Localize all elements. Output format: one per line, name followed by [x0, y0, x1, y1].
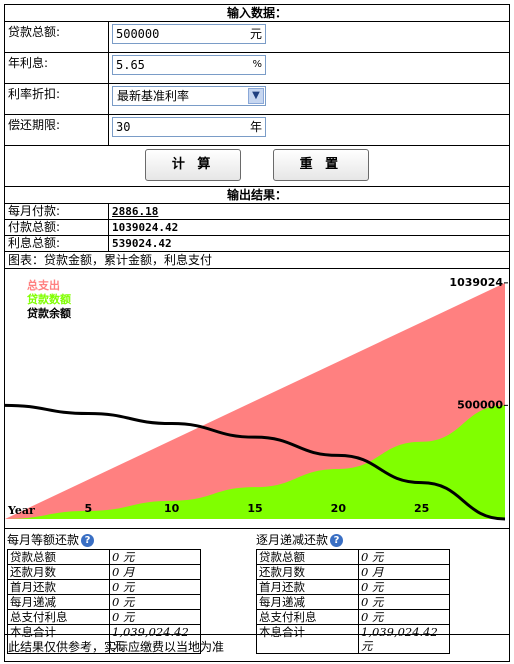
loan-amount-value: 500000 — [116, 27, 160, 41]
reset-button[interactable]: 重 置 — [272, 149, 369, 181]
decreasing-payment-title: 逐月递减还款 — [256, 533, 329, 547]
help-icon[interactable]: ? — [81, 534, 95, 547]
decreasing-payment-row-value: 0 元 — [358, 579, 450, 595]
monthly-payment-label: 每月付款: — [4, 203, 109, 220]
interest-rate-value: 5.65 — [116, 58, 145, 72]
x-tick-label: 10 — [164, 502, 180, 515]
equal-payment-title: 每月等额还款 — [7, 533, 80, 547]
table-row: 贷款总额 0 元 — [256, 549, 450, 565]
equal-payment-row-value: 0 月 — [109, 564, 201, 580]
table-row: 贷款总额 0 元 — [7, 549, 201, 565]
loan-calculator: 输入数据： 贷款总额: 500000 元 年利息: 5.65 % 利率折扣: 最… — [3, 4, 511, 662]
term-label: 偿还期限: — [4, 114, 109, 146]
y-value-label: 500000 — [457, 398, 503, 411]
chevron-down-icon[interactable]: ▼ — [248, 88, 264, 104]
table-row: 首月还款 0 元 — [256, 579, 450, 595]
total-interest-value: 539024.42 — [107, 235, 511, 252]
decreasing-payment-row-value: 0 元 — [358, 549, 450, 565]
legend-entry: 贷款余额 — [27, 306, 71, 320]
loan-amount-unit: 元 — [249, 27, 262, 41]
table-row: 还款月数 0 月 — [256, 564, 450, 580]
decreasing-payment-row-label: 还款月数 — [256, 564, 359, 580]
equal-payment-row-value: 0 元 — [109, 609, 201, 625]
output-section-header: 输出结果： — [3, 186, 511, 204]
equal-payment-row-label: 每月递减 — [7, 594, 110, 610]
loan-chart: 5 10 15 20 25 Year 1039024 500000 总支出贷款数额贷款余额 — [4, 269, 508, 525]
decreasing-payment-table: 贷款总额 0 元还款月数 0 月首月还款 0 元每月递减 0 元总支付利息 0 元本息合计… — [256, 549, 450, 654]
decreasing-payment-row-label: 总支付利息 — [256, 609, 359, 625]
calculator-table: 输入数据： 贷款总额: 500000 元 年利息: 5.65 % 利率折扣: 最… — [3, 4, 511, 662]
table-row: 每月递减 0 元 — [256, 594, 450, 610]
decreasing-payment-row-value: 0 元 — [358, 594, 450, 610]
table-row: 每月递减 0 元 — [7, 594, 201, 610]
x-axis-label: Year — [7, 504, 35, 517]
decreasing-payment-row-label: 贷款总额 — [256, 549, 359, 565]
table-row: 总支付利息 0 元 — [7, 609, 201, 625]
help-icon[interactable]: ? — [330, 534, 344, 547]
table-row: 总支付利息 0 元 — [256, 609, 450, 625]
footer-note: 此结果仅供参考，实际应缴费以当地为准 — [8, 640, 225, 654]
table-row: 首月还款 0 元 — [7, 579, 201, 595]
decreasing-payment-panel: 逐月递减还款? 贷款总额 0 元还款月数 0 月首月还款 0 元每月递减 0 元总支付利… — [256, 531, 450, 654]
equal-payment-row-value: 0 元 — [109, 579, 201, 595]
equal-payment-row-value: 0 元 — [109, 594, 201, 610]
interest-rate-unit: % — [252, 59, 262, 70]
decreasing-payment-row-label: 首月还款 — [256, 579, 359, 595]
legend-entry: 贷款数额 — [27, 292, 71, 306]
button-row: 计 算 重 置 — [3, 145, 511, 187]
interest-rate-input[interactable]: 5.65 % — [112, 55, 266, 75]
rate-discount-selected: 最新基准利率 — [117, 89, 190, 103]
rate-discount-label: 利率折扣: — [4, 83, 109, 115]
y-value-label: 1039024 — [449, 276, 503, 289]
legend-entry: 总支出 — [27, 278, 60, 292]
repayment-summary: 每月等额还款? 贷款总额 0 元还款月数 0 月首月还款 0 元每月递减 0 元总支付利… — [3, 528, 511, 662]
x-tick-label: 20 — [331, 502, 347, 515]
equal-payment-row-label: 贷款总额 — [7, 549, 110, 565]
decreasing-payment-row-label: 本息合计 — [256, 624, 359, 654]
decreasing-payment-row-label: 每月递减 — [256, 594, 359, 610]
loan-amount-input[interactable]: 500000 元 — [112, 24, 266, 44]
loan-amount-label: 贷款总额: — [4, 21, 109, 53]
total-payment-value: 1039024.42 — [107, 219, 511, 236]
chart-container: 5 10 15 20 25 Year 1039024 500000 总支出 贷款数额 贷款余额 — [3, 268, 511, 529]
term-input[interactable]: 30 年 — [112, 117, 266, 137]
divider — [5, 634, 510, 635]
x-tick-label: 5 — [85, 502, 93, 515]
monthly-payment-value: 2886.18 — [107, 203, 511, 220]
interest-rate-label: 年利息: — [4, 52, 109, 84]
table-row: 还款月数 0 月 — [7, 564, 201, 580]
term-value: 30 — [116, 120, 131, 134]
x-tick-label: 25 — [414, 502, 429, 515]
x-tick-label: 15 — [247, 502, 262, 515]
calculate-button[interactable]: 计 算 — [145, 149, 242, 181]
total-interest-label: 利息总额: — [4, 235, 109, 252]
decreasing-payment-row-value: 1,039,024.42 元 — [358, 624, 450, 654]
rate-discount-select[interactable]: 最新基准利率 ▼ — [112, 86, 266, 106]
term-unit: 年 — [249, 120, 262, 134]
equal-payment-row-label: 首月还款 — [7, 579, 110, 595]
table-row: 本息合计 1,039,024.42 元 — [256, 624, 450, 654]
equal-payment-row-label: 总支付利息 — [7, 609, 110, 625]
input-section-header: 输入数据： — [3, 4, 511, 22]
equal-payment-panel: 每月等额还款? 贷款总额 0 元还款月数 0 月首月还款 0 元每月递减 0 元总支付利… — [7, 531, 201, 654]
equal-payment-row-label: 还款月数 — [7, 564, 110, 580]
decreasing-payment-row-value: 0 元 — [358, 609, 450, 625]
decreasing-payment-row-value: 0 月 — [358, 564, 450, 580]
chart-caption: 图表：贷款金额，累计金额，利息支付 — [3, 251, 511, 269]
total-payment-label: 付款总额: — [4, 219, 109, 236]
equal-payment-row-value: 0 元 — [109, 549, 201, 565]
